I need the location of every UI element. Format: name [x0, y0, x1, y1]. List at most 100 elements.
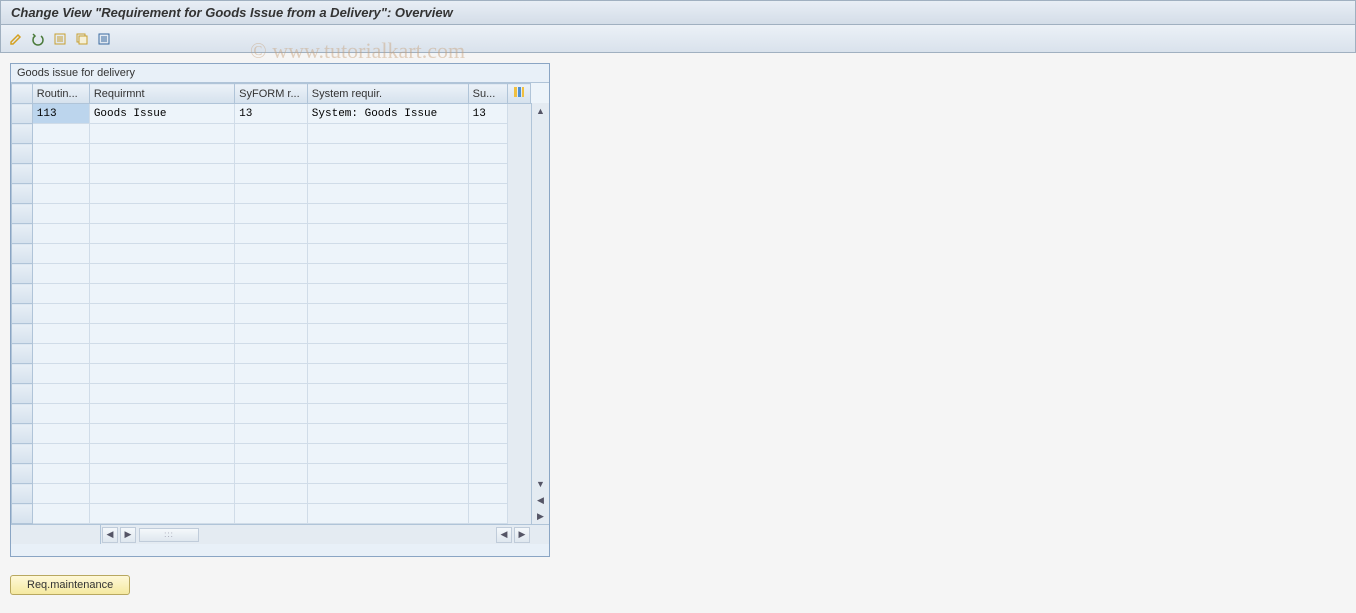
- cell-empty[interactable]: [307, 384, 468, 404]
- cell-empty[interactable]: [32, 264, 89, 284]
- cell-empty[interactable]: [307, 184, 468, 204]
- table-row[interactable]: [12, 384, 531, 404]
- cell-empty[interactable]: [89, 184, 234, 204]
- copy-icon[interactable]: [73, 30, 91, 48]
- table-row[interactable]: [12, 124, 531, 144]
- cell-empty[interactable]: [235, 364, 308, 384]
- table-row[interactable]: [12, 184, 531, 204]
- cell-empty[interactable]: [468, 204, 507, 224]
- cell-empty[interactable]: [307, 264, 468, 284]
- cell-empty[interactable]: [235, 324, 308, 344]
- table-row[interactable]: [12, 364, 531, 384]
- cell-empty[interactable]: [468, 244, 507, 264]
- col-requirmnt[interactable]: Requirmnt: [89, 84, 234, 104]
- hscroll-right-icon[interactable]: ▶: [120, 527, 136, 543]
- vertical-scrollbar[interactable]: ▲ ▼ ◀ ▶: [531, 103, 549, 524]
- cell-empty[interactable]: [307, 484, 468, 504]
- table-row[interactable]: [12, 224, 531, 244]
- cell-empty[interactable]: [307, 244, 468, 264]
- cell-empty[interactable]: [89, 344, 234, 364]
- cell-empty[interactable]: [32, 304, 89, 324]
- cell-empty[interactable]: [235, 444, 308, 464]
- delete-icon[interactable]: [95, 30, 113, 48]
- col-system-requir[interactable]: System requir.: [307, 84, 468, 104]
- cell-empty[interactable]: [89, 364, 234, 384]
- cell-empty[interactable]: [89, 144, 234, 164]
- cell-empty[interactable]: [468, 164, 507, 184]
- cell-empty[interactable]: [89, 444, 234, 464]
- req-maintenance-button[interactable]: Req.maintenance: [10, 575, 130, 595]
- cell-empty[interactable]: [468, 344, 507, 364]
- table-row[interactable]: [12, 324, 531, 344]
- cell-requirmnt[interactable]: Goods Issue: [89, 104, 234, 124]
- cell-empty[interactable]: [235, 344, 308, 364]
- cell-empty[interactable]: [32, 204, 89, 224]
- table-row[interactable]: [12, 204, 531, 224]
- table-row[interactable]: [12, 424, 531, 444]
- cell-empty[interactable]: [32, 144, 89, 164]
- row-selector[interactable]: [12, 344, 33, 364]
- cell-empty[interactable]: [32, 184, 89, 204]
- cell-empty[interactable]: [307, 364, 468, 384]
- cell-empty[interactable]: [235, 464, 308, 484]
- col-su[interactable]: Su...: [468, 84, 507, 104]
- cell-empty[interactable]: [32, 224, 89, 244]
- table-row[interactable]: [12, 264, 531, 284]
- cell-empty[interactable]: [468, 464, 507, 484]
- table-row[interactable]: [12, 504, 531, 524]
- cell-empty[interactable]: [89, 304, 234, 324]
- row-selector[interactable]: [12, 184, 33, 204]
- cell-empty[interactable]: [32, 384, 89, 404]
- cell-empty[interactable]: [89, 164, 234, 184]
- cell-empty[interactable]: [468, 324, 507, 344]
- cell-empty[interactable]: [235, 204, 308, 224]
- cell-empty[interactable]: [307, 464, 468, 484]
- cell-empty[interactable]: [468, 224, 507, 244]
- undo-icon[interactable]: [29, 30, 47, 48]
- row-selector[interactable]: [12, 224, 33, 244]
- row-selector[interactable]: [12, 484, 33, 504]
- cell-empty[interactable]: [468, 504, 507, 524]
- cell-empty[interactable]: [32, 124, 89, 144]
- cell-empty[interactable]: [89, 504, 234, 524]
- table-row[interactable]: [12, 164, 531, 184]
- cell-empty[interactable]: [235, 284, 308, 304]
- row-selector[interactable]: [12, 284, 33, 304]
- scroll-right-end-icon[interactable]: ▶: [533, 508, 549, 524]
- table-row[interactable]: [12, 284, 531, 304]
- hscroll-thumb[interactable]: :::: [139, 528, 199, 542]
- row-selector[interactable]: [12, 244, 33, 264]
- row-selector[interactable]: [12, 364, 33, 384]
- cell-empty[interactable]: [307, 164, 468, 184]
- cell-empty[interactable]: [307, 324, 468, 344]
- scroll-up-icon[interactable]: ▲: [533, 103, 549, 119]
- cell-empty[interactable]: [89, 244, 234, 264]
- cell-empty[interactable]: [235, 404, 308, 424]
- cell-empty[interactable]: [468, 424, 507, 444]
- cell-empty[interactable]: [89, 424, 234, 444]
- table-row[interactable]: [12, 144, 531, 164]
- cell-empty[interactable]: [89, 284, 234, 304]
- cell-empty[interactable]: [32, 424, 89, 444]
- cell-empty[interactable]: [32, 344, 89, 364]
- row-selector[interactable]: [12, 424, 33, 444]
- edit-icon[interactable]: [7, 30, 25, 48]
- row-selector[interactable]: [12, 444, 33, 464]
- cell-empty[interactable]: [89, 264, 234, 284]
- cell-empty[interactable]: [307, 204, 468, 224]
- row-selector[interactable]: [12, 404, 33, 424]
- cell-empty[interactable]: [307, 224, 468, 244]
- hscroll-right2-icon[interactable]: ▶: [514, 527, 530, 543]
- hscroll-left-icon[interactable]: ◀: [102, 527, 118, 543]
- cell-su[interactable]: 13: [468, 104, 507, 124]
- row-selector[interactable]: [12, 104, 33, 124]
- cell-empty[interactable]: [32, 464, 89, 484]
- cell-empty[interactable]: [89, 484, 234, 504]
- row-selector[interactable]: [12, 264, 33, 284]
- cell-empty[interactable]: [32, 484, 89, 504]
- cell-empty[interactable]: [468, 484, 507, 504]
- cell-empty[interactable]: [235, 184, 308, 204]
- table-row[interactable]: [12, 304, 531, 324]
- row-selector[interactable]: [12, 164, 33, 184]
- cell-empty[interactable]: [235, 304, 308, 324]
